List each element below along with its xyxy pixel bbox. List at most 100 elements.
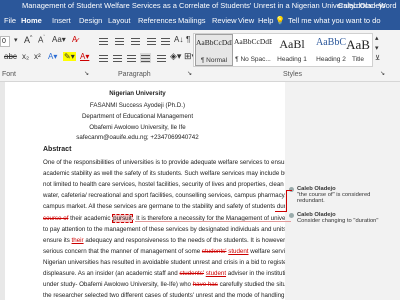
tab-home[interactable]: Home (21, 16, 42, 25)
comment-balloon[interactable]: Caleb Oladejo Consider changing to "dura… (289, 212, 399, 224)
styles-scroll-up-icon[interactable]: ▴ (375, 34, 379, 42)
paragraph-dialog-launcher-icon[interactable]: ↘ (187, 70, 192, 77)
doc-header-line: FASANMI Success Ayodeji (Ph.D.) (89, 102, 186, 109)
commented-text: pursuit (112, 213, 133, 223)
increase-indent-icon[interactable] (160, 36, 171, 46)
text-line: campus market. All these services are ge… (43, 202, 307, 212)
numbering-icon[interactable] (114, 36, 125, 46)
shading-icon[interactable]: ◈▾ (170, 51, 181, 62)
lightbulb-icon: 💡 (275, 16, 285, 25)
tracked-insertion: student (228, 247, 249, 255)
comment-connector (286, 190, 287, 212)
subscript-icon[interactable]: x₂ (22, 52, 29, 61)
doc-header-line: safecanm@oauife.edu.ng; +2347069940742 (76, 134, 199, 141)
text-line: not limited to health care services, hos… (43, 181, 309, 188)
align-left-icon[interactable] (98, 53, 109, 63)
style-preview: AaB (346, 37, 370, 52)
style-preview: AaBbCcDdE (196, 38, 232, 47)
tracked-insertion: their (71, 236, 84, 244)
comment-connector (135, 221, 291, 222)
tab-view[interactable]: View (238, 16, 254, 25)
text-run: academic stability as well the safety of… (43, 170, 292, 178)
text-line: ensure its their adequacy and responsive… (43, 237, 292, 244)
text-run: not limited to health care services, hos… (43, 181, 310, 189)
tab-insert[interactable]: Insert (52, 16, 71, 25)
doc-header-line: Nigerian University (109, 90, 166, 97)
text-line: the researcher selected two different ca… (43, 292, 295, 299)
styles-dialog-launcher-icon[interactable]: ↘ (380, 70, 385, 77)
style-no-spacing[interactable]: AaBbCcDdE ¶ No Spac... (234, 34, 272, 66)
tab-help[interactable]: Help (258, 16, 273, 25)
text-run: adviser in the institution (226, 270, 293, 277)
text-run: to pay attention to the management of th… (43, 225, 299, 233)
tab-review[interactable]: Review (212, 16, 237, 25)
group-label-paragraph: Paragraph (118, 71, 151, 78)
tab-layout[interactable]: Layout (108, 16, 131, 25)
abstract-heading: Abstract (43, 146, 72, 153)
line-spacing-icon[interactable] (156, 53, 167, 63)
superscript-icon[interactable]: x² (34, 52, 41, 61)
text-line: to pay attention to the management of th… (43, 226, 298, 233)
align-right-icon[interactable] (126, 53, 137, 63)
grow-font-icon[interactable]: A^ (24, 35, 32, 45)
comment-text: "the course of" is considered redundant. (297, 192, 371, 204)
text-run: their academic (68, 214, 113, 222)
text-line: water, cafeteria/ recreational and sport… (43, 192, 298, 199)
text-run: serious concern that the manner of manag… (43, 247, 202, 255)
align-center-icon[interactable] (112, 53, 123, 63)
text-line: Nigerian universities has resulted in av… (43, 259, 302, 266)
text-line: One of the responsibilities of universit… (43, 159, 300, 166)
style-normal[interactable]: AaBbCcDdE ¶ Normal (195, 34, 233, 66)
text-run: campus market. All these services are ge… (43, 203, 296, 211)
tracked-insertion: student (205, 270, 227, 277)
show-marks-icon[interactable]: ¶ (186, 35, 190, 44)
styles-more-icon[interactable]: ⊻ (375, 54, 380, 62)
text-line: serious concern that the manner of manag… (43, 248, 301, 255)
style-name: Title (351, 56, 365, 63)
text-run: ensure its (43, 236, 72, 244)
group-label-font: Font (2, 71, 17, 78)
text-effects-icon[interactable]: A▾ (48, 52, 57, 61)
multilevel-list-icon[interactable] (130, 36, 141, 46)
change-case-icon[interactable]: Aa▾ (52, 35, 66, 44)
group-label-styles: Styles (283, 71, 303, 78)
font-size-input[interactable]: 0 (0, 36, 10, 47)
clear-formatting-icon[interactable]: A̷ (72, 35, 77, 44)
decrease-indent-icon[interactable] (146, 36, 157, 46)
doc-header-line: Obafemi Awolowo University, Ile Ife (89, 124, 186, 131)
tab-design[interactable]: Design (79, 16, 102, 25)
bullets-icon[interactable] (98, 36, 109, 46)
comment-balloon[interactable]: Caleb Oladejo "the course of" is conside… (289, 186, 399, 204)
tab-mailings[interactable]: Mailings (178, 16, 206, 25)
text-run: under study- Obafemi Awolowo University,… (43, 281, 193, 289)
styles-scroll-down-icon[interactable]: ▾ (375, 44, 379, 52)
style-heading-1[interactable]: AaBl Heading 1 (273, 34, 311, 66)
shrink-font-icon[interactable]: Aˇ (38, 35, 45, 45)
font-dialog-launcher-icon[interactable]: ↘ (84, 70, 89, 77)
user-name[interactable]: Caleb Oladejo (338, 1, 386, 10)
font-color-icon[interactable]: A▾ (80, 52, 89, 61)
tell-me-box[interactable]: 💡 Tell me what you want to do (275, 16, 381, 25)
text-run: displeasure. As an insider (an academic … (43, 270, 180, 277)
tab-file[interactable]: File (4, 16, 16, 25)
text-line: academic stability as well the safety of… (43, 170, 300, 177)
comment-text: Consider changing to "duration" (297, 218, 379, 224)
document-area: Nigerian University FASANMI Success Ayod… (5, 82, 400, 300)
highlight-color-icon[interactable]: ✎▾ (63, 52, 76, 61)
avatar (289, 213, 294, 218)
sort-icon[interactable]: A↓ (174, 35, 183, 44)
style-preview: AaBl (279, 37, 305, 51)
text-run: Nigerian universities has resulted in av… (43, 258, 303, 266)
style-title[interactable]: AaB Title (344, 34, 372, 66)
ribbon: 0 ▾ A^ Aˇ Aa▾ A̷ abc x₂ x² A▾ ✎▾ A▾ A↓ ¶… (0, 30, 400, 82)
markup-pane: Caleb Oladejo "the course of" is conside… (285, 82, 400, 300)
tell-me-text: Tell me what you want to do (287, 16, 381, 25)
styles-gallery: AaBbCcDdE ¶ Normal AaBbCcDdE ¶ No Spac..… (193, 33, 373, 67)
strikethrough-icon[interactable]: abc (4, 52, 17, 61)
tracked-deletion: students' (201, 247, 227, 255)
justify-icon[interactable] (140, 53, 151, 63)
text-line: displeasure. As an insider (an academic … (43, 270, 292, 277)
document-page[interactable]: Nigerian University FASANMI Success Ayod… (5, 82, 309, 300)
tab-references[interactable]: References (138, 16, 176, 25)
font-size-dropdown-icon[interactable]: ▾ (14, 36, 18, 44)
